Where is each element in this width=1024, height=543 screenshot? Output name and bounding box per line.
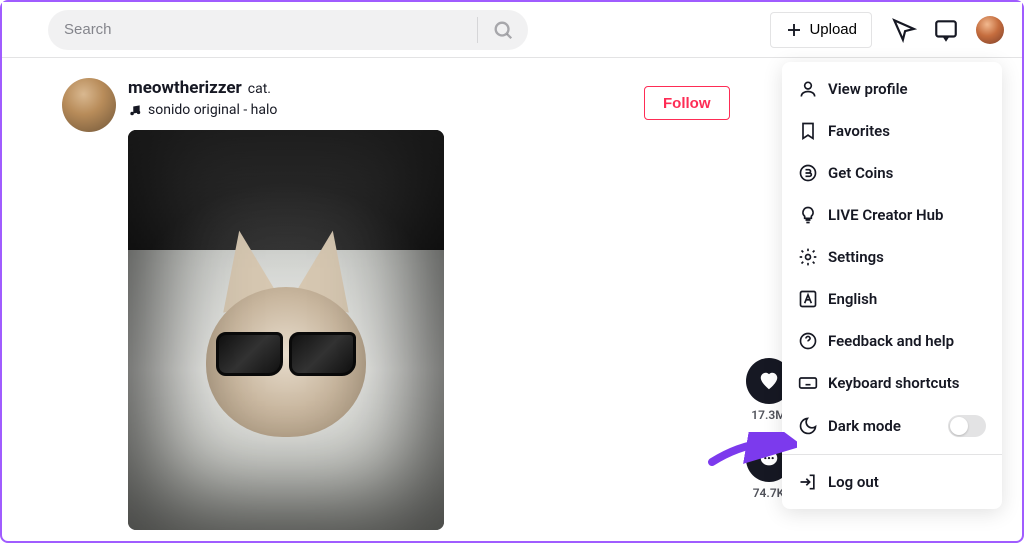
send-icon: [891, 17, 917, 43]
search-input[interactable]: [64, 21, 473, 38]
keyboard-icon: [798, 373, 818, 393]
menu-divider: [782, 454, 1002, 455]
menu-item-label: Log out: [828, 473, 879, 491]
messages-button[interactable]: [890, 16, 918, 44]
menu-item-label: Settings: [828, 248, 884, 266]
menu-get-coins[interactable]: Get Coins: [782, 152, 1002, 194]
menu-item-label: Keyboard shortcuts: [828, 374, 959, 392]
menu-item-label: Get Coins: [828, 164, 893, 182]
menu-favorites[interactable]: Favorites: [782, 110, 1002, 152]
logout-icon: [798, 472, 818, 492]
user-icon: [798, 79, 818, 99]
menu-keyboard[interactable]: Keyboard shortcuts: [782, 362, 1002, 404]
heart-icon: [758, 370, 780, 392]
search-icon: [492, 19, 514, 41]
inbox-button[interactable]: [932, 16, 960, 44]
menu-item-label: Favorites: [828, 122, 890, 140]
plus-icon: [785, 21, 803, 39]
menu-live-hub[interactable]: LIVE Creator Hub: [782, 194, 1002, 236]
video-thumbnail: [128, 130, 444, 530]
question-icon: [798, 331, 818, 351]
music-note-icon: [128, 103, 142, 117]
menu-feedback[interactable]: Feedback and help: [782, 320, 1002, 362]
menu-item-label: Dark mode: [828, 417, 901, 435]
bulb-icon: [798, 205, 818, 225]
upload-label: Upload: [809, 21, 857, 38]
sound-row[interactable]: sonido original - halo: [128, 102, 444, 118]
upload-button[interactable]: Upload: [770, 12, 872, 48]
author-avatar[interactable]: [62, 78, 116, 132]
top-header: Upload: [2, 2, 1022, 58]
search-button[interactable]: [486, 13, 520, 47]
menu-item-label: View profile: [828, 80, 908, 98]
like-count: 17.3M: [751, 408, 785, 422]
search-divider: [477, 17, 478, 43]
menu-item-label: English: [828, 290, 877, 308]
menu-view-profile[interactable]: View profile: [782, 68, 1002, 110]
profile-dropdown: View profile Favorites Get Coins LIVE Cr…: [782, 62, 1002, 509]
moon-icon: [798, 416, 818, 436]
post-header: meowtherizzer cat.: [128, 78, 444, 98]
comment-count: 74.7K: [753, 486, 785, 500]
dark-mode-toggle[interactable]: [948, 415, 986, 437]
menu-dark-mode[interactable]: Dark mode: [782, 404, 1002, 448]
follow-button[interactable]: Follow: [644, 86, 730, 120]
post-column: meowtherizzer cat. sonido original - hal…: [128, 78, 444, 530]
video-player[interactable]: [128, 130, 444, 530]
comment-icon: [758, 448, 780, 470]
profile-avatar-button[interactable]: [974, 14, 1006, 46]
sound-label: sonido original - halo: [148, 102, 277, 118]
menu-settings[interactable]: Settings: [782, 236, 1002, 278]
gear-icon: [798, 247, 818, 267]
menu-item-label: LIVE Creator Hub: [828, 206, 943, 224]
menu-language[interactable]: English: [782, 278, 1002, 320]
menu-logout[interactable]: Log out: [782, 461, 1002, 503]
author-username[interactable]: meowtherizzer: [128, 78, 242, 98]
bookmark-icon: [798, 121, 818, 141]
coin-icon: [798, 163, 818, 183]
inbox-icon: [933, 17, 959, 43]
menu-item-label: Feedback and help: [828, 332, 954, 350]
letter-a-icon: [798, 289, 818, 309]
search-field[interactable]: [48, 10, 528, 50]
author-display-name: cat.: [248, 81, 271, 97]
